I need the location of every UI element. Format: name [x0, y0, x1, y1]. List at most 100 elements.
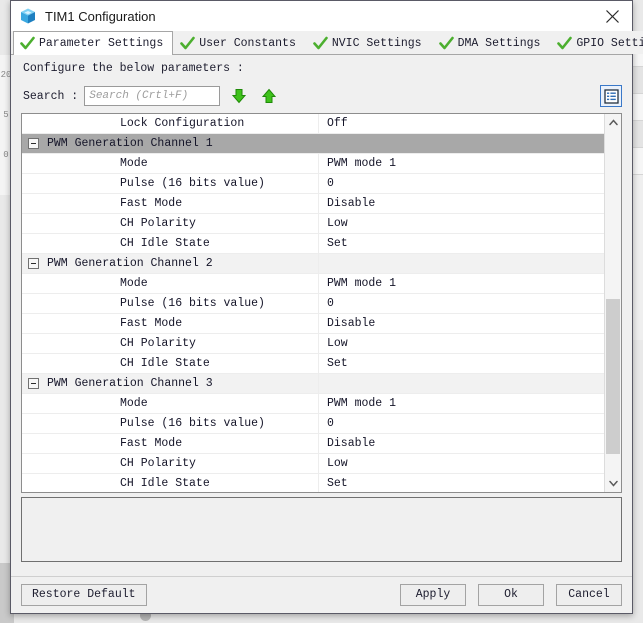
cancel-button[interactable]: Cancel [556, 584, 622, 606]
table-row[interactable]: CH Polarity Low [22, 454, 604, 474]
parameter-name: Pulse (16 bits value) [120, 297, 265, 310]
parameter-value: PWM mode 1 [327, 277, 397, 290]
parameter-name: CH Idle State [120, 357, 210, 370]
table-row[interactable]: Lock Configuration Off [22, 114, 604, 134]
list-view-icon[interactable] [600, 85, 622, 107]
parameter-value-cell[interactable]: Low [319, 214, 604, 233]
table-row[interactable]: Pulse (16 bits value) 0 [22, 294, 604, 314]
tab-label: GPIO Settings [576, 36, 643, 50]
green-check-icon [557, 36, 573, 51]
table-row[interactable]: Pulse (16 bits value) 0 [22, 414, 604, 434]
parameter-value-cell[interactable]: Low [319, 334, 604, 353]
parameter-value-cell[interactable]: Off [319, 114, 604, 133]
table-row[interactable]: Pulse (16 bits value) 0 [22, 174, 604, 194]
parameter-table: Lock Configuration Off PWM Generation Chan… [21, 113, 622, 493]
table-row[interactable]: Mode PWM mode 1 [22, 274, 604, 294]
parameter-name: CH Idle State [120, 237, 210, 250]
collapse-expander-icon[interactable] [28, 378, 39, 389]
parameter-value-cell[interactable]: Set [319, 234, 604, 253]
parameter-table-body: Lock Configuration Off PWM Generation Chan… [22, 114, 604, 492]
table-row[interactable]: Fast Mode Disable [22, 194, 604, 214]
arrow-up-icon[interactable] [258, 85, 280, 107]
vertical-scrollbar[interactable] [604, 114, 621, 492]
parameter-name: CH Polarity [120, 217, 196, 230]
parameter-name-cell: Fast Mode [22, 434, 319, 453]
restore-default-button[interactable]: Restore Default [21, 584, 147, 606]
parameter-value: Set [327, 237, 348, 250]
parameter-name: Fast Mode [120, 317, 183, 330]
parameter-value-cell[interactable]: Low [319, 454, 604, 473]
parameter-value-cell[interactable] [319, 374, 604, 393]
table-row[interactable]: Mode PWM mode 1 [22, 394, 604, 414]
parameter-value-cell[interactable]: 0 [319, 414, 604, 433]
parameter-value: 0 [327, 177, 334, 190]
tab-nvic-settings[interactable]: NVIC Settings [305, 31, 432, 54]
parameter-name-cell: CH Polarity [22, 334, 319, 353]
table-group-row[interactable]: PWM Generation Channel 3 [22, 374, 604, 394]
tab-bar: Parameter Settings User Constants NVIC S… [11, 31, 643, 55]
parameter-value: 0 [327, 417, 334, 430]
footer-actions: Apply Ok Cancel [400, 584, 622, 606]
parameter-value: Low [327, 217, 348, 230]
parameter-name-cell: CH Polarity [22, 214, 319, 233]
table-row[interactable]: Mode PWM mode 1 [22, 154, 604, 174]
parameter-value: Disable [327, 197, 376, 210]
instruction-text: Configure the below parameters : [23, 62, 244, 75]
parameter-value-cell[interactable]: Disable [319, 434, 604, 453]
tab-label: DMA Settings [457, 36, 541, 50]
table-group-row[interactable]: PWM Generation Channel 1 [22, 134, 604, 154]
table-group-row[interactable]: PWM Generation Channel 2 [22, 254, 604, 274]
description-panel [21, 497, 622, 562]
table-row[interactable]: Fast Mode Disable [22, 434, 604, 454]
parameter-name: PWM Generation Channel 2 [47, 257, 213, 270]
arrow-down-icon[interactable] [228, 85, 250, 107]
tab-parameter-settings[interactable]: Parameter Settings [13, 31, 174, 55]
table-row[interactable]: CH Polarity Low [22, 334, 604, 354]
parameter-value: Off [327, 117, 348, 130]
close-icon[interactable] [592, 1, 632, 31]
table-row[interactable]: CH Idle State Set [22, 354, 604, 374]
table-row[interactable]: CH Idle State Set [22, 234, 604, 254]
parameter-name-cell: Pulse (16 bits value) [22, 294, 319, 313]
parameter-name-cell: Mode [22, 394, 319, 413]
search-input[interactable] [84, 86, 221, 106]
table-row[interactable]: Fast Mode Disable [22, 314, 604, 334]
search-label: Search : [23, 89, 79, 103]
collapse-expander-icon[interactable] [28, 258, 39, 269]
ok-button[interactable]: Ok [478, 584, 544, 606]
parameter-value-cell[interactable]: 0 [319, 174, 604, 193]
parameter-name: CH Idle State [120, 477, 210, 490]
tab-gpio-settings[interactable]: GPIO Settings [550, 31, 643, 54]
parameter-value-cell[interactable]: Set [319, 474, 604, 492]
parameter-name: PWM Generation Channel 1 [47, 137, 213, 150]
tab-dma-settings[interactable]: DMA Settings [431, 31, 551, 54]
parameter-name-cell: Lock Configuration [22, 114, 319, 133]
parameter-value-cell[interactable]: PWM mode 1 [319, 274, 604, 293]
parameter-value-cell[interactable]: PWM mode 1 [319, 394, 604, 413]
parameter-name: Pulse (16 bits value) [120, 177, 265, 190]
parameter-value-cell[interactable]: 0 [319, 294, 604, 313]
parameter-value-cell[interactable] [319, 134, 604, 153]
collapse-expander-icon[interactable] [28, 138, 39, 149]
parameter-value: Low [327, 457, 348, 470]
parameter-value-cell[interactable]: Disable [319, 314, 604, 333]
scrollbar-thumb[interactable] [606, 299, 620, 454]
tab-label: NVIC Settings [331, 36, 422, 50]
parameter-value: Low [327, 337, 348, 350]
tab-user-constants[interactable]: User Constants [173, 31, 306, 54]
parameter-value-cell[interactable]: Disable [319, 194, 604, 213]
parameter-value-cell[interactable]: Set [319, 354, 604, 373]
parameter-name: Mode [120, 157, 148, 170]
apply-button[interactable]: Apply [400, 584, 466, 606]
table-row[interactable]: CH Idle State Set [22, 474, 604, 492]
parameter-name-cell: CH Polarity [22, 454, 319, 473]
parameter-value: Disable [327, 437, 376, 450]
table-row[interactable]: CH Polarity Low [22, 214, 604, 234]
parameter-name-cell: PWM Generation Channel 2 [22, 254, 319, 273]
tab-content-parameter-settings: Configure the below parameters : Search … [11, 55, 632, 576]
parameter-value-cell[interactable] [319, 254, 604, 273]
chevron-up-icon[interactable] [605, 114, 621, 131]
parameter-value-cell[interactable]: PWM mode 1 [319, 154, 604, 173]
chevron-down-icon[interactable] [605, 475, 621, 492]
parameter-name: Pulse (16 bits value) [120, 417, 265, 430]
